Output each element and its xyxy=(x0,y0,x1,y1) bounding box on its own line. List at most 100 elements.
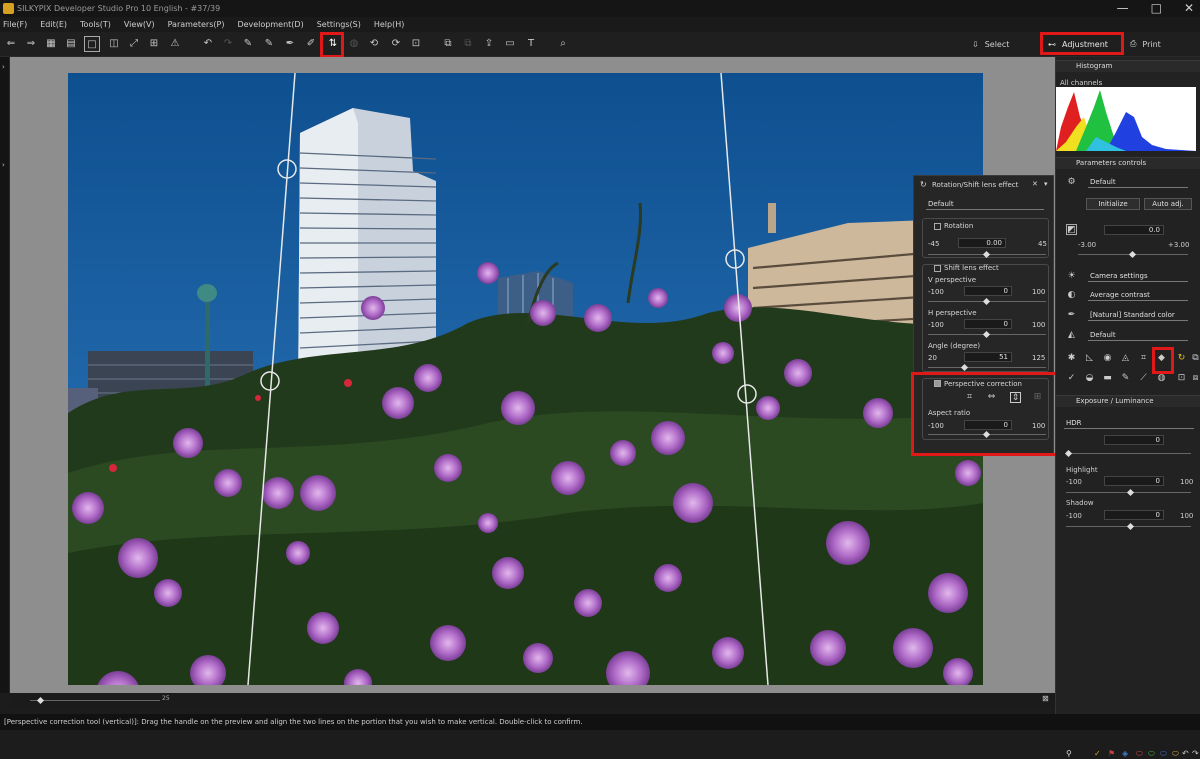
preset-dropdown[interactable]: Default xyxy=(926,200,1044,210)
v-perspective-value[interactable]: 0 xyxy=(964,286,1012,296)
mode-select-tab[interactable]: ⇩ Select xyxy=(972,37,1009,51)
tool-icon[interactable]: ◬ xyxy=(1120,353,1131,364)
label-green-icon[interactable]: ⬭ xyxy=(1148,749,1155,759)
eyedropper-icon[interactable]: ✎ xyxy=(240,36,256,52)
tool-icon[interactable]: ◉ xyxy=(1102,353,1113,364)
rotate-right-icon[interactable]: ⟳ xyxy=(388,36,404,52)
fit-icon[interactable]: ⊠ xyxy=(1042,694,1049,703)
exposure-header[interactable]: Exposure / Luminance xyxy=(1056,395,1200,407)
shadow-slider-knob[interactable] xyxy=(1126,522,1135,531)
gray-balance-icon[interactable]: ✎ xyxy=(261,36,277,52)
close-icon[interactable]: ✕ xyxy=(1032,180,1038,188)
tool-icon[interactable]: ◍ xyxy=(1156,373,1167,384)
menu-view[interactable]: View(V) xyxy=(124,20,155,29)
menu-development[interactable]: Development(D) xyxy=(237,20,303,29)
search-icon[interactable]: ⌕ xyxy=(555,36,571,52)
tone-icon[interactable]: ◐ xyxy=(1066,290,1077,301)
tool-icon[interactable]: ⌗ xyxy=(1138,353,1149,364)
sharpness-icon[interactable]: ◭ xyxy=(1066,330,1077,341)
flag-icon[interactable]: ⚑ xyxy=(1108,749,1115,758)
initialize-button[interactable]: Initialize xyxy=(1086,198,1140,210)
check-icon[interactable]: ✓ xyxy=(1094,749,1101,758)
menu-help[interactable]: Help(H) xyxy=(374,20,405,29)
rotation-shift-icon[interactable]: ↻ xyxy=(1176,353,1187,364)
minimize-button[interactable]: — xyxy=(1117,1,1129,15)
gear-icon[interactable]: ⚙ xyxy=(1066,177,1077,188)
left-collapse-strip[interactable]: › › xyxy=(0,57,10,693)
zoom-slider[interactable] xyxy=(30,700,160,701)
preview-image[interactable] xyxy=(68,73,983,685)
label-red-icon[interactable]: ⬭ xyxy=(1136,749,1143,759)
angle-slider[interactable] xyxy=(928,367,1046,368)
color-dropdown[interactable]: [Natural] Standard color xyxy=(1088,311,1188,321)
fullscreen-icon[interactable]: ⤢ xyxy=(126,36,142,52)
close-button[interactable]: ✕ xyxy=(1184,1,1194,15)
menu-edit[interactable]: Edit(E) xyxy=(40,20,67,29)
menu-tools[interactable]: Tools(T) xyxy=(80,20,111,29)
copy-params-icon[interactable]: ⧉ xyxy=(440,36,456,52)
mode-print-tab[interactable]: ⎙ Print xyxy=(1130,37,1161,51)
tool-icon[interactable]: ✎ xyxy=(1120,373,1131,384)
exposure-slider-knob[interactable] xyxy=(1128,250,1137,259)
rating-icon[interactable]: ◈ xyxy=(1122,749,1128,758)
h-perspective-value[interactable]: 0 xyxy=(964,319,1012,329)
tool-icon[interactable]: ⧈ xyxy=(1190,373,1200,384)
maximize-button[interactable]: □ xyxy=(1151,1,1162,15)
menu-icon[interactable]: ▾ xyxy=(1044,180,1048,188)
tool-icon[interactable]: ◺ xyxy=(1084,353,1095,364)
menu-settings[interactable]: Settings(S) xyxy=(317,20,361,29)
hdr-slider-knob[interactable] xyxy=(1064,449,1073,458)
white-balance-icon[interactable]: ☀ xyxy=(1066,271,1077,282)
rotation-value[interactable]: 0.00 xyxy=(958,238,1006,248)
params-header[interactable]: Parameters controls xyxy=(1056,157,1200,169)
undo-icon[interactable]: ↶ xyxy=(200,36,216,52)
tool-icon[interactable]: ✱ xyxy=(1066,353,1077,364)
angle-value[interactable]: 51 xyxy=(964,352,1012,362)
crop-icon[interactable]: ⊡ xyxy=(408,36,424,52)
redo-icon[interactable]: ↷ xyxy=(220,36,236,52)
crop-tool-icon[interactable]: ⊡ xyxy=(1176,373,1187,384)
combined-view-icon[interactable]: ▤ xyxy=(63,36,79,52)
tool-icon[interactable]: ▬ xyxy=(1102,373,1113,384)
develop-icon[interactable]: ▭ xyxy=(502,36,518,52)
back-icon[interactable]: ⇐ xyxy=(3,36,19,52)
text-icon[interactable]: T xyxy=(523,36,539,52)
zoom-slider-knob[interactable] xyxy=(36,696,45,705)
label-blue-icon[interactable]: ⬭ xyxy=(1160,749,1167,759)
color-icon[interactable]: ✒ xyxy=(1066,310,1077,321)
partial-correction-icon[interactable]: ◍ xyxy=(346,36,362,52)
hdr-dropdown[interactable]: HDR xyxy=(1064,419,1194,429)
export-icon[interactable]: ⇪ xyxy=(481,36,497,52)
paste-params-icon[interactable]: ⧉ xyxy=(460,36,476,52)
rotation-checkbox[interactable] xyxy=(934,223,941,230)
grid-icon[interactable]: ⊞ xyxy=(146,36,162,52)
hdr-slider[interactable] xyxy=(1066,453,1191,454)
label-yellow-icon[interactable]: ⬭ xyxy=(1172,749,1179,759)
hdr-value[interactable]: 0 xyxy=(1104,435,1164,445)
redo-icon[interactable]: ↷ xyxy=(1192,749,1199,758)
preview-view-icon[interactable]: □ xyxy=(84,36,100,52)
histogram-header[interactable]: Histogram xyxy=(1056,60,1200,72)
shadow-value[interactable]: 0 xyxy=(1104,510,1164,520)
pipette-icon[interactable]: ✐ xyxy=(303,36,319,52)
highlight-slider-knob[interactable] xyxy=(1126,488,1135,497)
dropper-icon[interactable]: ✒ xyxy=(282,36,298,52)
white-balance-dropdown[interactable]: Camera settings xyxy=(1088,272,1188,282)
tone-dropdown[interactable]: Average contrast xyxy=(1088,291,1188,301)
thumbnail-view-icon[interactable]: ▦ xyxy=(43,36,59,52)
tool-icon[interactable]: ◒ xyxy=(1084,373,1095,384)
forward-icon[interactable]: ⇒ xyxy=(23,36,39,52)
expand-arrow-icon[interactable]: › xyxy=(2,161,5,169)
undo-icon[interactable]: ↶ xyxy=(1182,749,1189,758)
exposure-value[interactable]: 0.0 xyxy=(1104,225,1164,235)
auto-adj-button[interactable]: Auto adj. xyxy=(1144,198,1192,210)
expand-arrow-icon[interactable]: › xyxy=(2,63,5,71)
taste-dropdown[interactable]: Default xyxy=(1088,178,1188,188)
highlight-value[interactable]: 0 xyxy=(1104,476,1164,486)
tool-icon[interactable]: ✓ xyxy=(1066,373,1077,384)
menu-file[interactable]: File(F) xyxy=(3,20,27,29)
rotate-left-icon[interactable]: ⟲ xyxy=(366,36,382,52)
lock-icon[interactable]: ⚲ xyxy=(1066,749,1072,758)
compare-view-icon[interactable]: ◫ xyxy=(106,36,122,52)
warning-icon[interactable]: ⚠ xyxy=(167,36,183,52)
